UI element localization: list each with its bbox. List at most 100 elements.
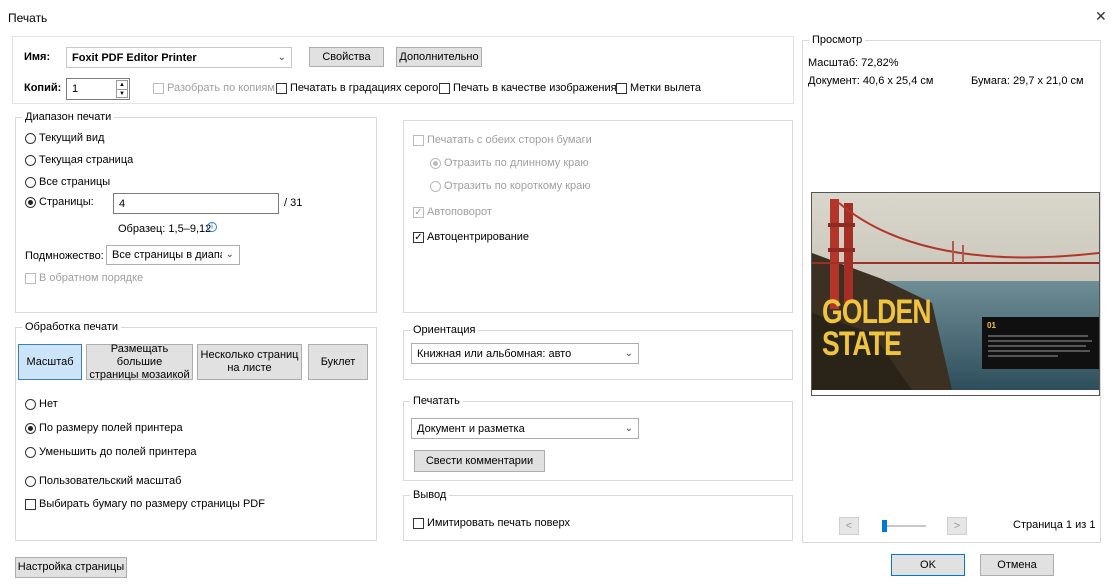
current-view-circle: [25, 132, 36, 144]
reverse-box: [25, 272, 36, 284]
both-sides-box: [413, 134, 424, 146]
bleed-marks-checkbox[interactable]: Метки вылета: [616, 82, 701, 94]
custom-scale-radio[interactable]: Пользовательский масштаб: [25, 475, 181, 487]
current-view-radio[interactable]: Текущий вид: [25, 132, 104, 144]
preview-page: GOLDEN STATE 01: [811, 192, 1100, 396]
preview-state-text: STATE: [822, 325, 902, 363]
orientation-select[interactable]: Книжная или альбомная: авто ⌄: [411, 343, 639, 364]
slider-track: [882, 525, 926, 527]
long-edge-label: Отразить по длинному краю: [444, 157, 589, 169]
spin-up-icon[interactable]: ▲: [117, 81, 127, 90]
tab-multiple-line1: Несколько страниц: [200, 349, 299, 361]
close-icon[interactable]: ✕: [1095, 8, 1107, 25]
simulate-overprint-box: [413, 517, 424, 529]
copies-stepper[interactable]: 1 ▲ ▼: [66, 78, 130, 100]
all-pages-radio[interactable]: Все страницы: [25, 176, 110, 188]
copies-value: 1: [72, 83, 79, 95]
as-image-checkbox[interactable]: Печать в качестве изображения: [439, 82, 617, 94]
subset-label: Подмножество:: [25, 250, 104, 262]
preview-paper-size: Бумага: 29,7 x 21,0 см: [971, 75, 1084, 87]
slider-thumb[interactable]: [882, 520, 887, 532]
orientation-value: Книжная или альбомная: авто: [417, 347, 572, 360]
choose-paper-label: Выбирать бумагу по размеру страницы PDF: [39, 498, 265, 510]
grayscale-box: [276, 82, 287, 94]
next-page-button[interactable]: >: [947, 517, 967, 535]
custom-scale-label: Пользовательский масштаб: [39, 475, 182, 487]
current-page-radio[interactable]: Текущая страница: [25, 154, 133, 166]
chevron-down-icon: ⌄: [225, 248, 234, 260]
page-setup-button[interactable]: Настройка страницы: [15, 557, 127, 578]
scale-none-label: Нет: [39, 398, 58, 410]
prev-page-button[interactable]: <: [839, 517, 859, 535]
fit-margins-radio[interactable]: По размеру полей принтера: [25, 422, 183, 434]
simulate-overprint-label: Имитировать печать поверх: [427, 517, 570, 529]
window-title: Печать: [8, 11, 48, 25]
auto-rotate-label: Автоповорот: [427, 206, 492, 218]
info-icon[interactable]: i: [207, 222, 217, 232]
short-edge-circle: [430, 180, 441, 192]
subset-select[interactable]: Все страницы в диапазс ⌄: [106, 245, 240, 265]
as-image-label: Печать в качестве изображения: [453, 82, 617, 94]
fit-margins-label: По размеру полей принтера: [39, 422, 183, 434]
bleed-marks-box: [616, 82, 627, 94]
simulate-overprint-checkbox[interactable]: Имитировать печать поверх: [413, 517, 570, 529]
auto-center-label: Автоцентрирование: [427, 231, 530, 243]
tab-scale[interactable]: Масштаб: [18, 344, 82, 380]
auto-center-checkbox[interactable]: ✓ Автоцентрирование: [413, 231, 529, 243]
collate-label: Разобрать по копиям: [167, 82, 275, 94]
all-pages-circle: [25, 176, 36, 188]
reverse-checkbox[interactable]: В обратном порядке: [25, 272, 143, 284]
scale-none-radio[interactable]: Нет: [25, 398, 58, 410]
grayscale-checkbox[interactable]: Печатать в градациях серого: [276, 82, 438, 94]
custom-scale-circle: [25, 475, 36, 487]
preview-document-size: Документ: 40,6 x 25,4 см: [808, 75, 934, 87]
chevron-down-icon: ⌄: [624, 347, 633, 359]
preview-scale: Масштаб: 72,82%: [808, 57, 899, 69]
grayscale-label: Печатать в градациях серого: [290, 82, 439, 94]
spin-buttons[interactable]: ▲ ▼: [116, 80, 128, 98]
summarize-comments-button[interactable]: Свести комментарии: [414, 450, 545, 472]
advanced-button[interactable]: Дополнительно: [396, 47, 482, 67]
ok-button[interactable]: OK: [891, 554, 965, 576]
fit-margins-circle: [25, 422, 36, 434]
printer-select-value: Foxit PDF Editor Printer: [72, 51, 197, 64]
current-page-circle: [25, 154, 36, 166]
auto-rotate-checkbox[interactable]: ✓ Автоповорот: [413, 206, 492, 218]
print-what-select[interactable]: Документ и разметка ⌄: [411, 418, 639, 439]
pages-radio[interactable]: Страницы:: [25, 196, 94, 208]
shrink-radio[interactable]: Уменьшить до полей принтера: [25, 446, 197, 458]
zoom-slider[interactable]: [882, 520, 926, 532]
print-what-value: Документ и разметка: [417, 422, 525, 435]
short-edge-label: Отразить по короткому краю: [444, 180, 591, 192]
spin-down-icon[interactable]: ▼: [117, 90, 127, 98]
tab-booklet[interactable]: Буклет: [308, 344, 368, 380]
scale-none-circle: [25, 398, 36, 410]
collate-box: [153, 82, 164, 94]
choose-paper-checkbox[interactable]: Выбирать бумагу по размеру страницы PDF: [25, 498, 265, 510]
collate-checkbox[interactable]: Разобрать по копиям: [153, 82, 275, 94]
auto-rotate-box: ✓: [413, 206, 424, 218]
printer-select[interactable]: Foxit PDF Editor Printer ⌄: [66, 47, 292, 68]
tab-multiple[interactable]: Несколько страниц на листе: [197, 344, 302, 380]
long-edge-radio[interactable]: Отразить по длинному краю: [430, 157, 589, 169]
pages-total: / 31: [284, 197, 303, 209]
both-sides-label: Печатать с обеих сторон бумаги: [427, 134, 592, 146]
as-image-box: [439, 82, 450, 94]
orientation-title: Ориентация: [410, 323, 479, 337]
copies-label: Копий:: [24, 82, 62, 94]
tab-tile[interactable]: Размещать большие страницы мозаикой: [86, 343, 193, 381]
preview-side-heading: 01: [987, 321, 996, 330]
both-sides-checkbox[interactable]: Печатать с обеих сторон бумаги: [413, 134, 592, 146]
pages-input-value: 4: [119, 197, 126, 210]
pages-input[interactable]: 4: [113, 193, 279, 214]
preview-title: Просмотр: [809, 33, 866, 47]
short-edge-radio[interactable]: Отразить по короткому краю: [430, 180, 591, 192]
cancel-button[interactable]: Отмена: [980, 554, 1054, 576]
output-title: Вывод: [410, 488, 450, 502]
properties-button[interactable]: Свойства: [309, 47, 384, 67]
pages-label: Страницы:: [39, 196, 94, 208]
printer-name-label: Имя:: [24, 51, 51, 63]
shrink-label: Уменьшить до полей принтера: [39, 446, 197, 458]
long-edge-circle: [430, 157, 441, 169]
print-what-title: Печатать: [410, 394, 463, 408]
